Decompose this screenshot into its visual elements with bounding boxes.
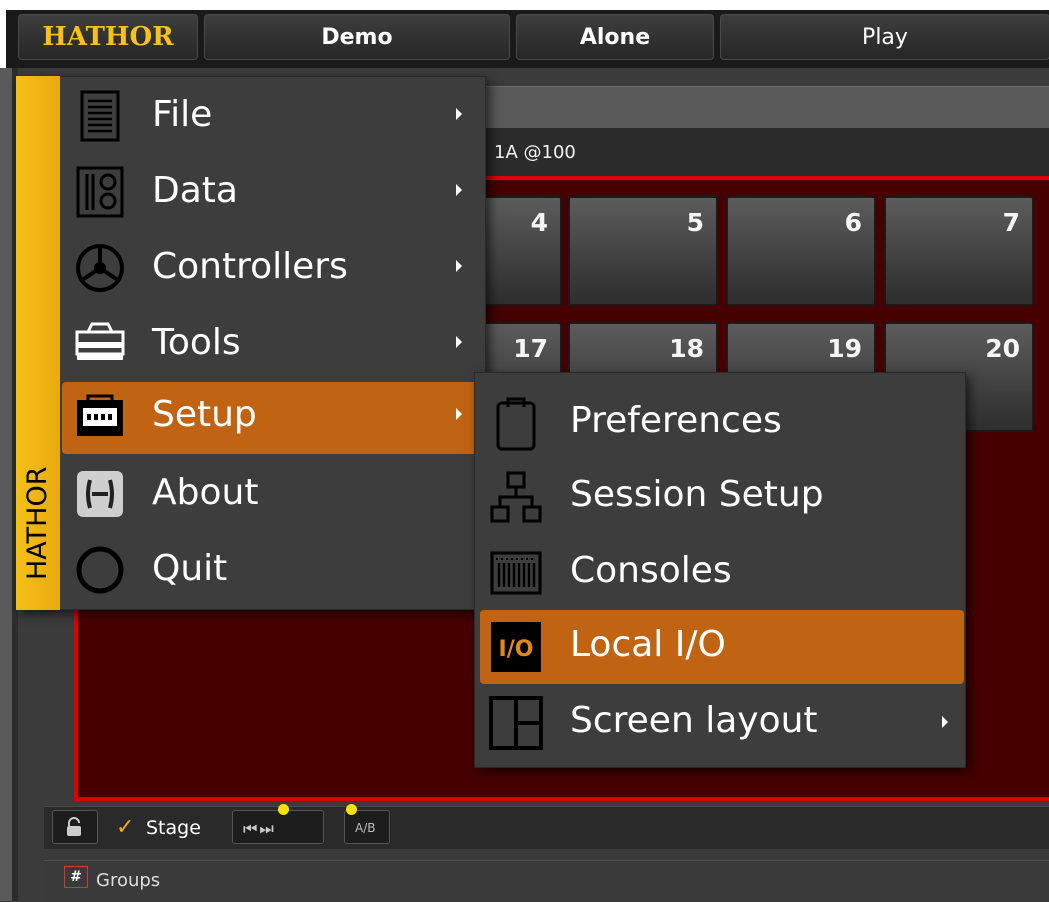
skip-transport-button[interactable]: ⏮⏭ [232, 810, 324, 844]
submenu-arrow-icon [942, 716, 948, 728]
menu-item-label: Data [152, 170, 238, 211]
menu-item-data[interactable]: Data [62, 158, 482, 230]
ab-button[interactable]: A/B [344, 810, 390, 844]
submenu-arrow-icon [456, 184, 462, 196]
submenu-item-session-setup[interactable]: Session Setup [480, 460, 964, 534]
menu-item-about[interactable]: About [62, 460, 482, 532]
data-columns-icon [76, 166, 124, 218]
grid-cell-number: 20 [985, 334, 1020, 363]
menu-item-label: Quit [152, 548, 228, 589]
network-tree-icon [490, 471, 542, 523]
groups-hash-icon[interactable]: # [64, 866, 88, 888]
steering-wheel-icon [76, 244, 124, 292]
submenu-item-screen-layout[interactable]: Screen layout [480, 686, 964, 760]
submenu-item-consoles[interactable]: Consoles [480, 536, 964, 610]
submenu-arrow-icon [456, 260, 462, 272]
clipboard-icon [496, 397, 536, 451]
alone-button[interactable]: Alone [516, 14, 714, 60]
submenu-item-preferences[interactable]: Preferences [480, 386, 964, 460]
ab-icon: A/B [355, 821, 376, 835]
lock-button[interactable] [52, 810, 98, 844]
stage-checkbox[interactable]: ✓ [116, 815, 134, 840]
submenu-item-label: Preferences [570, 400, 782, 441]
menu-item-controllers[interactable]: Controllers [62, 234, 482, 306]
toolbox-icon [75, 322, 125, 360]
grid-cell[interactable]: 6 [726, 196, 876, 306]
grid-cell-number: 17 [513, 334, 548, 363]
circle-icon [76, 546, 124, 594]
menu-item-label: About [152, 472, 259, 513]
status-dot [346, 804, 357, 815]
menu-item-setup[interactable]: Setup [62, 382, 482, 454]
hathor-logo-icon [77, 471, 123, 517]
lock-icon [67, 817, 81, 836]
grid-cell-number: 5 [686, 208, 704, 237]
grid-cell-number: 4 [530, 208, 548, 237]
demo-button[interactable]: Demo [204, 14, 510, 60]
grid-cell-number: 18 [669, 334, 704, 363]
submenu-arrow-icon [456, 336, 462, 348]
grid-cell[interactable]: 5 [568, 196, 718, 306]
menu-item-quit[interactable]: Quit [62, 536, 482, 608]
menu-item-tools[interactable]: Tools [62, 310, 482, 382]
grid-cell-number: 7 [1002, 208, 1020, 237]
svg-text:I/O: I/O [499, 637, 534, 662]
grid-cell[interactable]: 7 [884, 196, 1034, 306]
groups-label[interactable]: Groups [96, 870, 160, 891]
menu-item-label: Setup [152, 394, 257, 435]
stage-label: Stage [146, 817, 201, 839]
submenu-item-label: Local I/O [570, 624, 726, 665]
grid-cell-number: 6 [844, 208, 862, 237]
status-dot [278, 804, 289, 815]
menu-item-label: File [152, 94, 213, 135]
submenu-item-local-io[interactable]: I/O Local I/O [480, 610, 964, 684]
submenu-item-label: Screen layout [570, 700, 818, 741]
grid-cell-number: 19 [827, 334, 862, 363]
document-lines-icon [80, 90, 120, 142]
console-faders-icon [490, 551, 542, 595]
submenu-arrow-icon [456, 408, 462, 420]
submenu-item-label: Session Setup [570, 474, 824, 515]
menu-side-tab-label: HATHOR [22, 466, 53, 580]
menu-item-label: Tools [152, 322, 241, 363]
layout-grid-icon [489, 696, 543, 750]
toolbar-strip [480, 86, 1049, 129]
menu-item-file[interactable]: File [62, 82, 482, 154]
console-box-icon [77, 394, 123, 436]
submenu-item-label: Consoles [570, 550, 732, 591]
cue-label: 1A @100 [494, 142, 576, 163]
play-button[interactable]: Play [720, 14, 1049, 60]
io-icon: I/O [491, 622, 541, 672]
submenu-arrow-icon [456, 108, 462, 120]
skip-back-forward-icon: ⏮⏭ [243, 819, 276, 838]
groups-bar [44, 860, 1049, 902]
menu-item-label: Controllers [152, 246, 348, 287]
